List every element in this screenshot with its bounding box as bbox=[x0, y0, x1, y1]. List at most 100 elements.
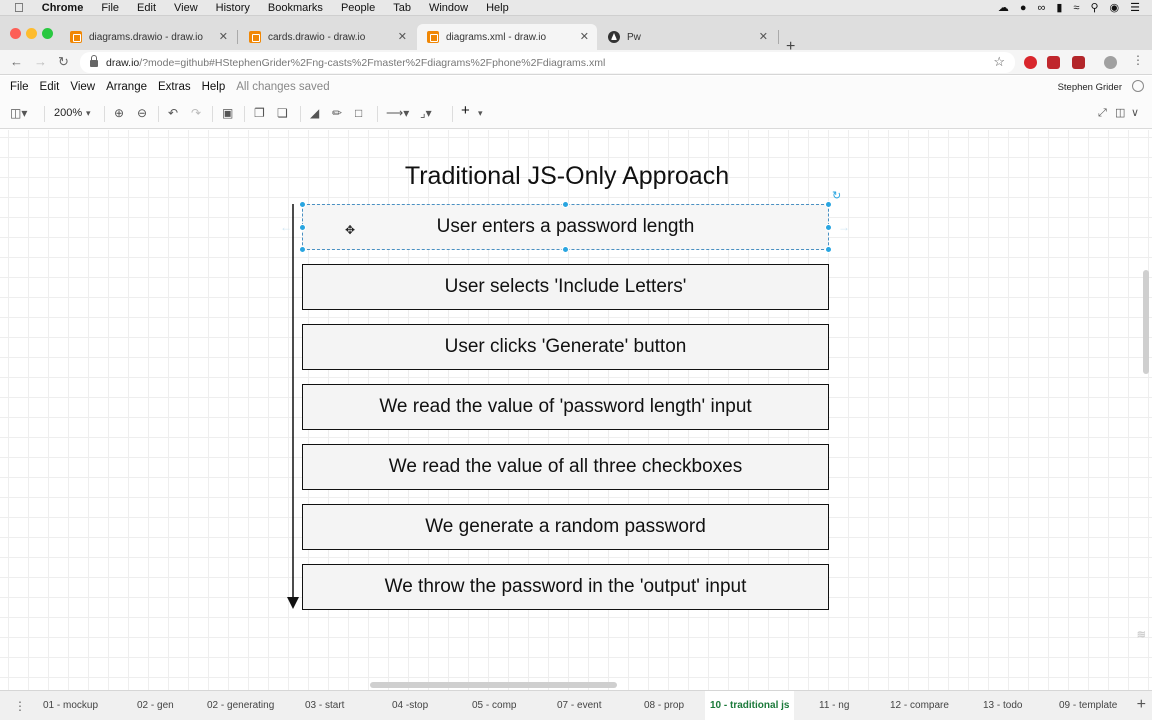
menu-file[interactable]: File bbox=[10, 81, 29, 93]
language-globe-icon[interactable] bbox=[1132, 80, 1144, 92]
mac-menu-view[interactable]: View bbox=[174, 2, 198, 14]
mac-menu-people[interactable]: People bbox=[341, 2, 375, 14]
lastpass-extension-icon[interactable] bbox=[1047, 56, 1060, 69]
browser-tab[interactable]: Pw ✕ bbox=[598, 24, 776, 50]
forward-icon[interactable]: → bbox=[34, 54, 47, 69]
page-tab[interactable]: 11 - ng bbox=[819, 700, 849, 711]
mac-menu-file[interactable]: File bbox=[101, 2, 119, 14]
page-tab[interactable]: 04 -stop bbox=[392, 700, 428, 711]
search-icon[interactable]: ⚲ bbox=[1090, 1, 1098, 14]
menu-help[interactable]: Help bbox=[202, 81, 226, 93]
zoom-out-icon[interactable]: ⊖ bbox=[137, 106, 147, 120]
page-tab[interactable]: 03 - start bbox=[305, 700, 344, 711]
app-name[interactable]: Chrome bbox=[42, 2, 84, 14]
page-tab[interactable]: 07 - event bbox=[557, 700, 601, 711]
siri-icon[interactable]: ◉ bbox=[1110, 1, 1120, 14]
step-box[interactable]: User selects 'Include Letters' bbox=[302, 264, 829, 310]
to-back-icon[interactable]: ❏ bbox=[277, 106, 288, 120]
waypoints-icon[interactable]: ⌟▾ bbox=[420, 106, 432, 120]
shadow-icon[interactable]: □ bbox=[355, 106, 362, 120]
undo-icon[interactable]: ↶ bbox=[168, 106, 178, 120]
flow-arrow[interactable] bbox=[286, 204, 300, 610]
resize-handle[interactable] bbox=[299, 246, 306, 253]
wifi-icon[interactable]: ≈ bbox=[1073, 2, 1079, 14]
chevron-down-icon[interactable]: ▾ bbox=[478, 106, 483, 120]
redo-icon[interactable]: ↷ bbox=[191, 106, 201, 120]
resize-handle[interactable] bbox=[299, 224, 306, 231]
to-front-icon[interactable]: ❐ bbox=[254, 106, 265, 120]
step-box[interactable]: We read the value of all three checkboxe… bbox=[302, 444, 829, 490]
connection-style-icon[interactable]: ⟶▾ bbox=[386, 106, 409, 120]
zoom-select[interactable]: 200% bbox=[54, 106, 82, 120]
delete-icon[interactable]: ▣ bbox=[222, 106, 233, 120]
resize-handle[interactable] bbox=[299, 201, 306, 208]
page-tab[interactable]: 12 - compare bbox=[890, 700, 949, 711]
toggle-panel-icon[interactable]: ◫ bbox=[1115, 106, 1125, 120]
close-tab-icon[interactable]: ✕ bbox=[219, 30, 228, 43]
back-icon[interactable]: ← bbox=[10, 54, 23, 69]
page-tab[interactable]: 08 - prop bbox=[644, 700, 684, 711]
close-tab-icon[interactable]: ✕ bbox=[759, 30, 768, 43]
bookmark-star-icon[interactable]: ☆ bbox=[993, 54, 1005, 70]
mac-menu-window[interactable]: Window bbox=[429, 2, 468, 14]
browser-tab[interactable]: diagrams.drawio - draw.io ✕ bbox=[60, 24, 236, 50]
resize-handle[interactable] bbox=[562, 246, 569, 253]
ublock-extension-icon[interactable] bbox=[1072, 56, 1085, 69]
menu-list-icon[interactable]: ☰ bbox=[1130, 1, 1140, 14]
diagram-canvas[interactable]: Traditional JS-Only Approach User enters… bbox=[0, 130, 1152, 690]
connect-arrow-left-icon[interactable]: ← bbox=[280, 220, 292, 234]
step-box-selected[interactable]: User enters a password length bbox=[302, 204, 829, 250]
format-panel-icon[interactable]: ◫▾ bbox=[10, 106, 27, 120]
chrome-menu-icon[interactable]: ⋮ bbox=[1132, 53, 1144, 67]
page-tab[interactable]: 02 - gen bbox=[137, 700, 174, 711]
zoom-in-icon[interactable]: ⊕ bbox=[114, 106, 124, 120]
menu-extras[interactable]: Extras bbox=[158, 81, 191, 93]
add-page-button[interactable]: + bbox=[1137, 696, 1146, 714]
step-box[interactable]: We read the value of 'password length' i… bbox=[302, 384, 829, 430]
step-box[interactable]: We throw the password in the 'output' in… bbox=[302, 564, 829, 610]
diagram-title[interactable]: Traditional JS-Only Approach bbox=[360, 162, 774, 191]
profile-avatar[interactable] bbox=[1104, 56, 1117, 69]
browser-tab-active[interactable]: diagrams.xml - draw.io ✕ bbox=[417, 24, 597, 50]
collapse-chevron-icon[interactable]: ∨ bbox=[1131, 106, 1139, 120]
glasses-icon[interactable]: ∞ bbox=[1038, 2, 1046, 14]
page-tab-active[interactable]: 10 - traditional js bbox=[705, 691, 795, 721]
line-color-icon[interactable]: ✏ bbox=[332, 106, 342, 120]
mac-menu-history[interactable]: History bbox=[216, 2, 250, 14]
connect-arrow-right-icon[interactable]: → bbox=[838, 220, 850, 234]
horizontal-scrollbar[interactable] bbox=[370, 682, 617, 688]
page-tab[interactable]: 01 - mockup bbox=[43, 700, 98, 711]
battery-icon[interactable]: ▮ bbox=[1056, 1, 1062, 14]
step-box[interactable]: User clicks 'Generate' button bbox=[302, 324, 829, 370]
vertical-scrollbar[interactable] bbox=[1143, 270, 1149, 374]
close-window-button[interactable] bbox=[10, 28, 21, 39]
insert-plus-icon[interactable]: + bbox=[461, 103, 470, 118]
mac-menu-bookmarks[interactable]: Bookmarks bbox=[268, 2, 323, 14]
page-tab[interactable]: 02 - generating bbox=[207, 700, 274, 711]
rotate-handle-icon[interactable]: ↻ bbox=[832, 189, 841, 202]
resize-handle[interactable] bbox=[825, 224, 832, 231]
close-tab-icon[interactable]: ✕ bbox=[580, 30, 589, 43]
minimize-window-button[interactable] bbox=[26, 28, 37, 39]
opera-extension-icon[interactable] bbox=[1024, 56, 1037, 69]
mac-menu-tab[interactable]: Tab bbox=[393, 2, 411, 14]
page-tab[interactable]: 13 - todo bbox=[983, 700, 1022, 711]
page-tab[interactable]: 09 - template bbox=[1059, 700, 1117, 711]
menu-arrange[interactable]: Arrange bbox=[106, 81, 147, 93]
menu-view[interactable]: View bbox=[70, 81, 95, 93]
resize-handle[interactable] bbox=[825, 246, 832, 253]
fill-color-icon[interactable]: ◢ bbox=[310, 106, 319, 120]
user-name[interactable]: Stephen Grider bbox=[1058, 82, 1122, 93]
step-box[interactable]: We generate a random password bbox=[302, 504, 829, 550]
maximize-window-button[interactable] bbox=[42, 28, 53, 39]
mac-menu-help[interactable]: Help bbox=[486, 2, 509, 14]
browser-tab[interactable]: cards.drawio - draw.io ✕ bbox=[239, 24, 415, 50]
record-icon[interactable]: ● bbox=[1020, 2, 1027, 14]
menu-edit[interactable]: Edit bbox=[40, 81, 60, 93]
close-tab-icon[interactable]: ✕ bbox=[398, 30, 407, 43]
fullscreen-icon[interactable]: ⤢ bbox=[1098, 106, 1107, 120]
reload-icon[interactable]: ↻ bbox=[58, 54, 69, 70]
resize-handle[interactable] bbox=[562, 201, 569, 208]
cloud-icon[interactable]: ☁ bbox=[998, 1, 1009, 14]
pages-menu-icon[interactable]: ⋮ bbox=[14, 699, 26, 713]
